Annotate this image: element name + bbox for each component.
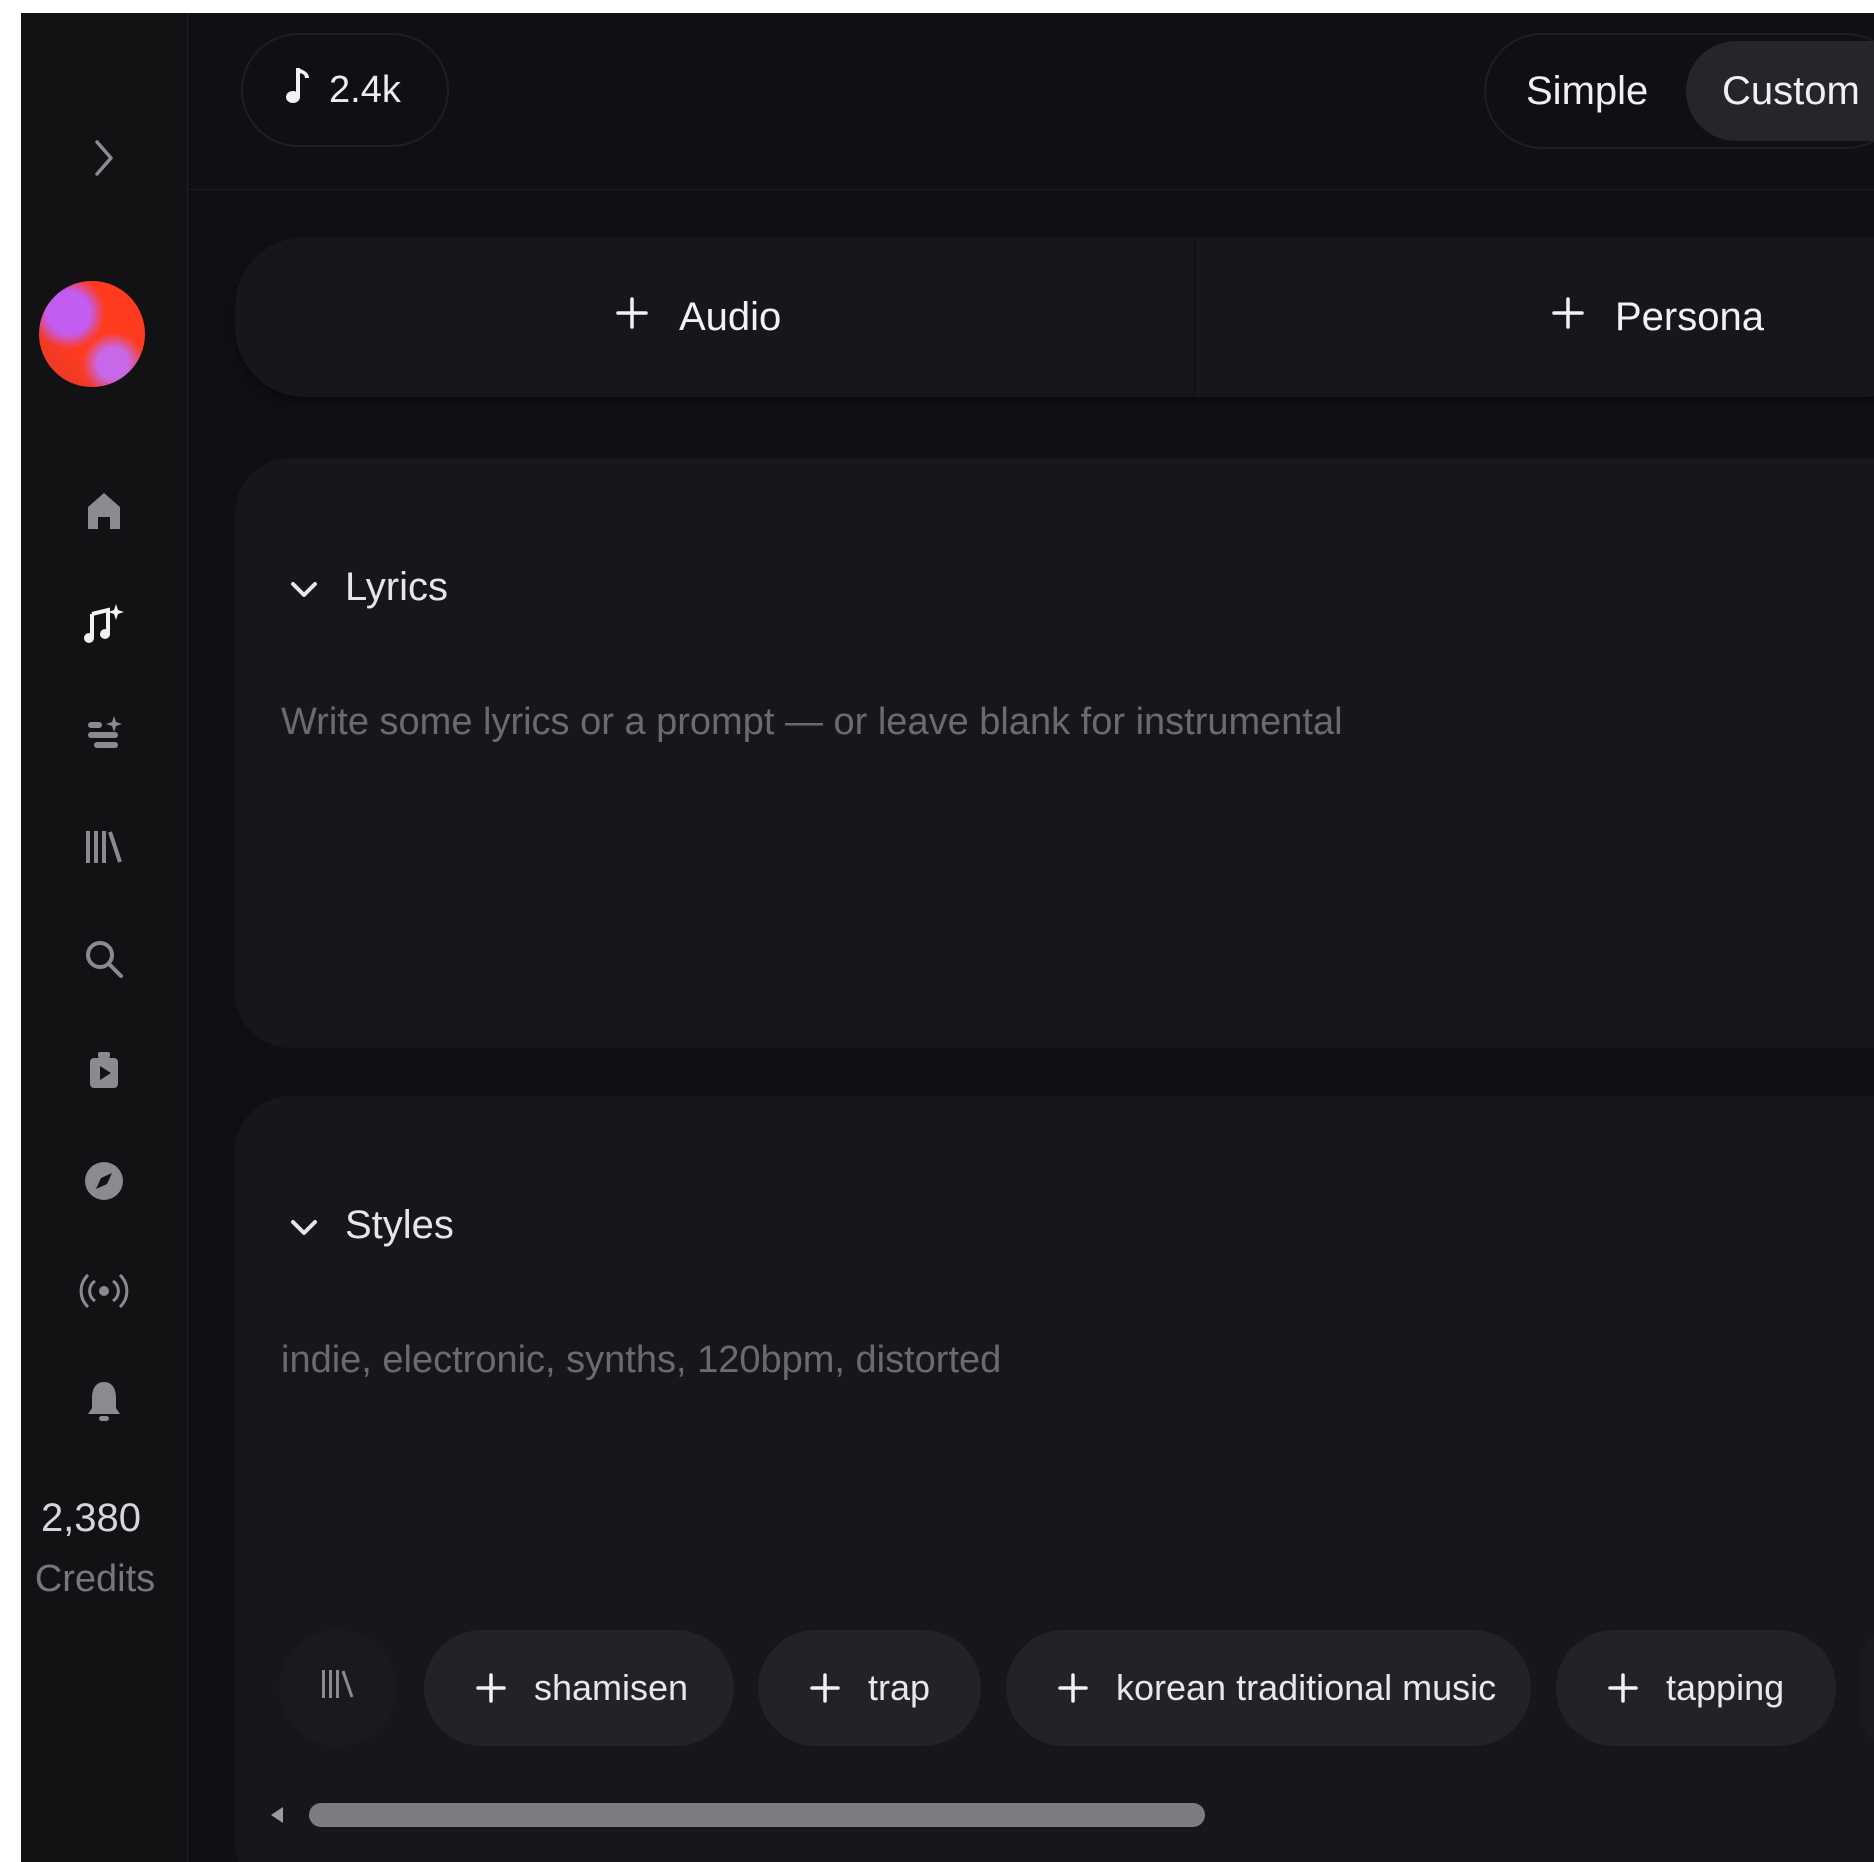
lyrics-input[interactable]: Write some lyrics or a prompt — or leave…	[281, 701, 1343, 744]
plus-icon	[1058, 1673, 1088, 1703]
music-note-icon	[285, 64, 311, 116]
studio-icon[interactable]	[76, 706, 132, 762]
create-music-icon[interactable]	[76, 596, 132, 652]
library-icon[interactable]	[76, 819, 132, 875]
scrollbar-thumb[interactable]	[309, 1803, 1205, 1827]
plus-icon	[810, 1673, 840, 1703]
add-row-divider	[1193, 237, 1196, 397]
style-tag-chip[interactable]: trap	[758, 1630, 981, 1746]
style-tag-chip[interactable]: shamisen	[424, 1630, 734, 1746]
search-icon[interactable]	[76, 931, 132, 987]
credits-count: 2,380	[40, 1496, 142, 1540]
scroll-left-icon[interactable]	[271, 1807, 283, 1823]
style-tag-label: trap	[868, 1667, 931, 1708]
songs-count-pill[interactable]: 2.4k	[241, 33, 449, 147]
style-tag-chip-partial[interactable]	[1861, 1630, 1874, 1746]
lyrics-section: Lyrics Write some lyrics or a prompt — o…	[235, 458, 1874, 1048]
styles-input[interactable]: indie, electronic, synths, 120bpm, disto…	[281, 1339, 1001, 1382]
songs-count: 2.4k	[329, 68, 401, 111]
add-audio-label: Audio	[679, 294, 782, 339]
add-audio-button[interactable]: Audio	[615, 237, 781, 397]
plus-icon	[1551, 295, 1585, 340]
style-tag-chip[interactable]: tapping	[1556, 1630, 1836, 1746]
home-icon[interactable]	[76, 483, 132, 539]
avatar[interactable]	[39, 281, 145, 387]
style-tag-chip[interactable]: korean traditional music	[1006, 1630, 1531, 1746]
sidebar: 2,380 Credits	[21, 13, 188, 1862]
explore-compass-icon[interactable]	[76, 1153, 132, 1209]
styles-title: Styles	[345, 1202, 454, 1247]
add-persona-button[interactable]: Persona	[1551, 237, 1764, 397]
mode-simple-button[interactable]: Simple	[1526, 35, 1648, 147]
mode-toggle: Simple Custom	[1484, 33, 1874, 149]
credits-label: Credits	[34, 1558, 156, 1600]
styles-header[interactable]: Styles	[289, 1190, 454, 1260]
app-screen: 2,380 Credits 2.4k Simple Custom Audio P…	[21, 13, 1874, 1862]
lyrics-title: Lyrics	[345, 564, 448, 609]
chevron-down-icon	[289, 565, 319, 610]
lyrics-header[interactable]: Lyrics	[289, 552, 448, 622]
chevron-down-icon	[289, 1203, 319, 1248]
plus-icon	[615, 295, 649, 340]
notifications-bell-icon[interactable]	[76, 1373, 132, 1429]
add-inputs-row: Audio Persona	[235, 237, 1874, 397]
mode-custom-button[interactable]: Custom	[1686, 41, 1874, 141]
style-library-button[interactable]	[279, 1630, 397, 1746]
add-persona-label: Persona	[1615, 294, 1764, 339]
chevron-right-icon[interactable]	[76, 130, 132, 186]
plus-icon	[1608, 1673, 1638, 1703]
radio-broadcast-icon[interactable]	[76, 1263, 132, 1319]
style-tag-label: tapping	[1666, 1667, 1785, 1708]
video-icon[interactable]	[76, 1042, 132, 1098]
plus-icon	[476, 1673, 506, 1703]
style-tag-label: korean traditional music	[1116, 1667, 1497, 1708]
styles-section: Styles indie, electronic, synths, 120bpm…	[235, 1096, 1874, 1862]
style-tag-label: shamisen	[534, 1667, 689, 1708]
chips-scrollbar[interactable]	[253, 1801, 1853, 1829]
top-bar: 2.4k Simple Custom	[187, 13, 1874, 190]
library-icon	[318, 1666, 358, 1711]
